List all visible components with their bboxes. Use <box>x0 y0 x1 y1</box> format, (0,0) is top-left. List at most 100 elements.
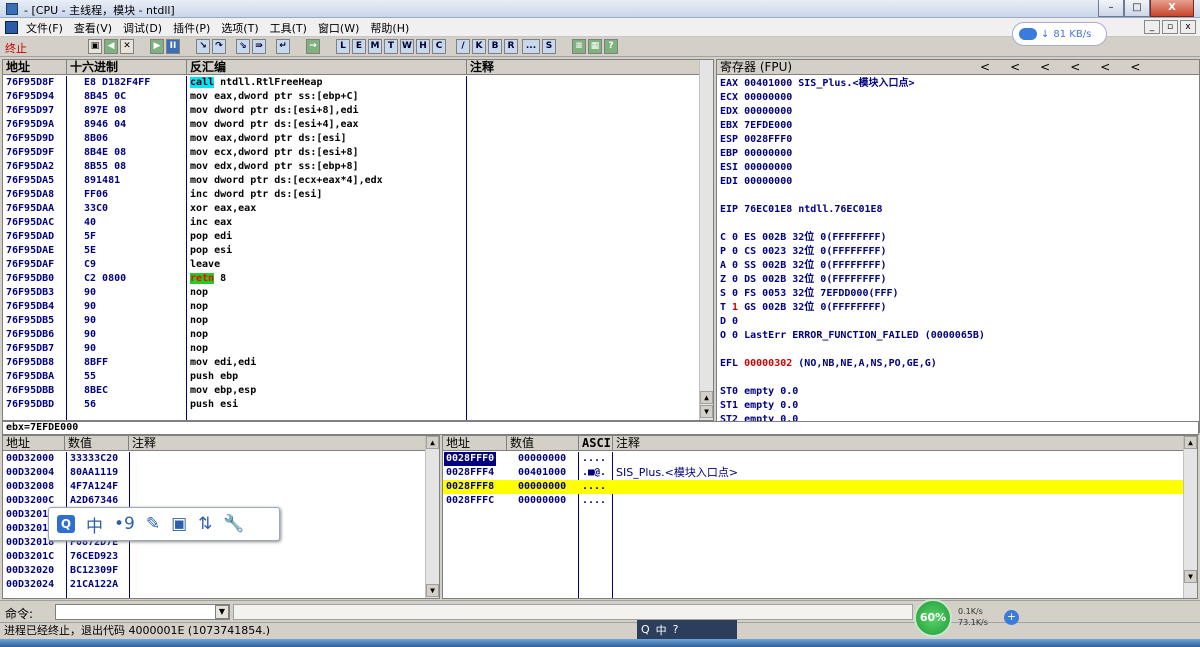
dump-row[interactable]: 00D32008 4F7A124F <box>3 480 439 494</box>
register-line[interactable]: EDX 00000000 <box>720 105 985 119</box>
dump-header-address[interactable]: 地址 <box>3 436 65 451</box>
disassembly-pane[interactable]: 地址 十六进制 反汇编 注释 76F95D8F E8 D182F4FF call n… <box>2 59 714 421</box>
run-icon[interactable]: ▶ <box>150 39 164 54</box>
ime-punctuation-toggle[interactable]: •9 <box>114 514 135 534</box>
register-line[interactable] <box>720 371 985 385</box>
register-line[interactable]: ESP 0028FFF0 <box>720 133 985 147</box>
menu-file[interactable]: 文件(F) <box>24 20 72 36</box>
register-nav-5[interactable]: < <box>1130 60 1160 74</box>
register-line[interactable] <box>720 217 985 231</box>
register-nav-4[interactable]: < <box>1100 60 1130 74</box>
registers-pane[interactable]: 寄存器 (FPU) <<<<<< EAX 00401000 SIS_Plus.<… <box>716 59 1200 433</box>
disassembly-row[interactable]: 76F95DAA 33C0 xor eax,eax <box>3 202 713 216</box>
dump-header-comment[interactable]: 注释 <box>129 436 427 451</box>
ime-taskbar-indicator[interactable]: Q 中 ? <box>637 620 737 639</box>
dump-row[interactable]: 00D32004 80AA1119 <box>3 466 439 480</box>
disassembly-row[interactable]: 76F95DBB 8BEC mov ebp,esp <box>3 384 713 398</box>
stack-scroll-down-icon[interactable]: ▼ <box>1184 570 1197 583</box>
log-window-button[interactable]: L <box>336 39 350 54</box>
memory-map-button[interactable]: M <box>368 39 382 54</box>
network-monitor[interactable]: 60% 0.1K/s 73.1K/s + <box>912 598 1022 638</box>
disassembly-row[interactable]: 76F95DB7 90 nop <box>3 342 713 356</box>
dump-row[interactable]: 00D32000 33333C20 <box>3 452 439 466</box>
disassembly-row[interactable]: 76F95DB6 90 nop <box>3 328 713 342</box>
cpu-button[interactable]: C <box>432 39 446 54</box>
stack-header-comment[interactable]: 注释 <box>613 436 1185 451</box>
disassembly-row[interactable]: 76F95D9A 8946 04 mov dword ptr ds:[esi+4],… <box>3 118 713 132</box>
scroll-down-arrow-icon[interactable]: ▼ <box>700 405 713 418</box>
network-speed-widget[interactable]: ↓ 81 KB/s <box>1012 22 1107 46</box>
close-file-icon[interactable]: ✕ <box>120 39 134 54</box>
register-line[interactable]: EDI 00000000 <box>720 175 985 189</box>
windows-button[interactable]: W <box>400 39 414 54</box>
ime-edit-icon[interactable]: ▣ <box>171 514 187 534</box>
column-header-address[interactable]: 地址 <box>3 60 67 75</box>
dump-scrollbar[interactable]: ▲ ▼ <box>425 436 439 598</box>
accelerate-plus-icon[interactable]: + <box>1004 610 1019 625</box>
help-icon[interactable]: ? <box>604 39 618 54</box>
disassembly-scrollbar[interactable]: ▲ ▼ <box>699 60 713 420</box>
register-line[interactable]: Z 0 DS 002B 32位 0(FFFFFFFF) <box>720 273 985 287</box>
register-line[interactable]: D 0 <box>720 315 985 329</box>
register-line[interactable]: EBX 7EFDE000 <box>720 119 985 133</box>
register-line[interactable]: ECX 00000000 <box>720 91 985 105</box>
register-line[interactable]: EFL 00000302 (NO,NB,NE,A,NS,PO,GE,G) <box>720 357 985 371</box>
stack-header-address[interactable]: 地址 <box>443 436 507 451</box>
scroll-up-arrow-icon[interactable]: ▲ <box>700 391 713 404</box>
disassembly-row[interactable]: 76F95DAC 40 inc eax <box>3 216 713 230</box>
source-button[interactable]: S <box>542 39 556 54</box>
stack-pane[interactable]: 地址 数值 ASCI 注释 0028FFF0 00000000.... 0028FF… <box>442 435 1198 599</box>
disassembly-row[interactable]: 76F95D9F 8B4E 08 mov ecx,dword ptr ds:[esi… <box>3 146 713 160</box>
dump-row[interactable]: 00D32020 BC12309F <box>3 564 439 578</box>
mdi-minimize-button[interactable]: _ <box>1144 20 1160 34</box>
executable-modules-button[interactable]: E <box>352 39 366 54</box>
column-header-disassembly[interactable]: 反汇编 <box>187 60 467 75</box>
dump-scroll-down-icon[interactable]: ▼ <box>426 584 439 597</box>
stack-row[interactable]: 0028FFF4 00401000 .■@. SIS_Plus.<模块入口点> <box>443 466 1197 480</box>
disassembly-row[interactable]: 76F95DA5 891481 mov dword ptr ds:[ecx+eax*… <box>3 174 713 188</box>
stack-scrollbar[interactable]: ▲ ▼ <box>1183 436 1197 598</box>
menu-help[interactable]: 帮助(H) <box>368 20 418 36</box>
register-line[interactable]: EAX 00401000 SIS_Plus.<模块入口点> <box>720 77 985 91</box>
disassembly-row[interactable]: 76F95DA8 FF06 inc dword ptr ds:[esi] <box>3 188 713 202</box>
stack-header-value[interactable]: 数值 <box>507 436 579 451</box>
ime-keyboard-icon[interactable]: ✎ <box>146 514 160 534</box>
ime-sort-icon[interactable]: ⇅ <box>198 514 212 534</box>
call-stack-button[interactable]: K <box>472 39 486 54</box>
goto-icon[interactable]: → <box>306 39 320 54</box>
cpu-gauge[interactable]: 60% <box>914 599 952 637</box>
disassembly-row[interactable]: 76F95DA2 8B55 08 mov edx,dword ptr ss:[ebp… <box>3 160 713 174</box>
references-button[interactable]: R <box>504 39 518 54</box>
register-line[interactable]: T 1 GS 002B 32位 0(FFFFFFFF) <box>720 301 985 315</box>
register-line[interactable]: ESI 00000000 <box>720 161 985 175</box>
register-line[interactable] <box>720 189 985 203</box>
run-trace-button[interactable]: ... <box>522 39 540 54</box>
menu-view[interactable]: 查看(V) <box>72 20 121 36</box>
close-button[interactable]: X <box>1150 0 1194 17</box>
register-nav-1[interactable]: < <box>1010 60 1040 74</box>
trace-over-icon[interactable]: ⇛ <box>252 39 266 54</box>
register-line[interactable]: EBP 00000000 <box>720 147 985 161</box>
step-over-icon[interactable]: ↷ <box>212 39 226 54</box>
command-dropdown-icon[interactable]: ▼ <box>215 605 229 619</box>
breakpoints-button[interactable]: B <box>488 39 502 54</box>
threads-button[interactable]: T <box>384 39 398 54</box>
step-into-icon[interactable]: ↘ <box>196 39 210 54</box>
column-header-comment[interactable]: 注释 <box>467 60 701 75</box>
open-icon[interactable]: ▣ <box>88 39 102 54</box>
disassembly-row[interactable]: 76F95DB3 90 nop <box>3 286 713 300</box>
mdi-restore-button[interactable]: ▫ <box>1162 20 1178 34</box>
patches-button[interactable]: / <box>456 39 470 54</box>
minimize-button[interactable]: – <box>1098 0 1124 17</box>
stack-scroll-up-icon[interactable]: ▲ <box>1184 436 1197 449</box>
dump-header-value[interactable]: 数值 <box>65 436 129 451</box>
register-line[interactable]: S 0 FS 0053 32位 7EFDD000(FFF) <box>720 287 985 301</box>
mdi-window-icon[interactable] <box>5 21 18 34</box>
menu-tools[interactable]: 工具(T) <box>268 20 316 36</box>
disassembly-row[interactable]: 76F95DAD 5F pop edi <box>3 230 713 244</box>
register-line[interactable]: ST1 empty 0.0 <box>720 399 985 413</box>
list-icon[interactable]: ≡ <box>572 39 586 54</box>
dump-row[interactable]: 00D3201C 76CED923 <box>3 550 439 564</box>
ime2-help-icon[interactable]: ? <box>673 623 679 636</box>
disassembly-row[interactable]: 76F95DB4 90 nop <box>3 300 713 314</box>
